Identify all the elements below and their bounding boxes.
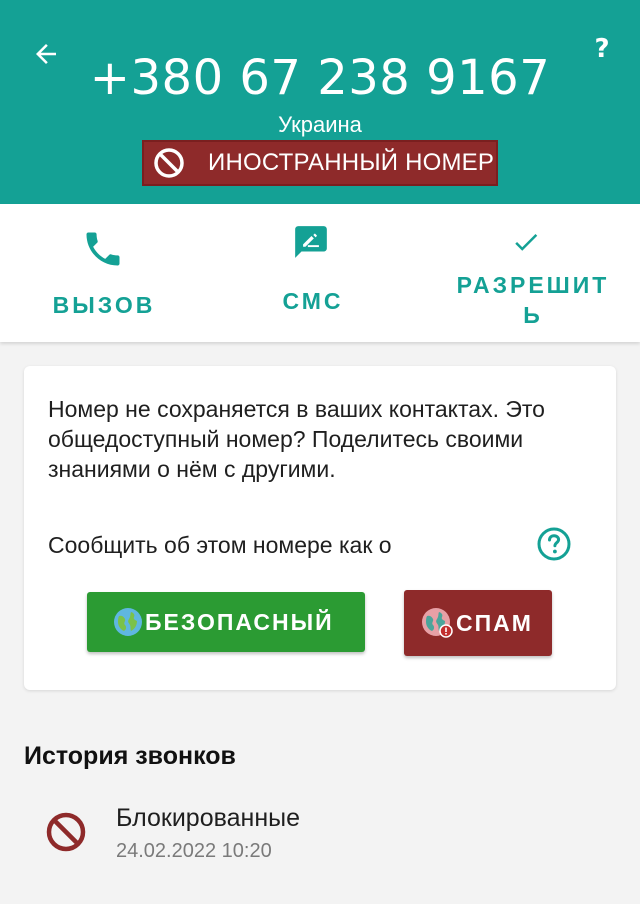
- blocked-icon: [44, 810, 88, 854]
- phone-icon: [80, 226, 126, 272]
- safe-button[interactable]: БЕЗОПАСНЫЙ: [87, 592, 365, 652]
- block-icon: [144, 140, 194, 186]
- allow-label-line2: Ь: [523, 302, 543, 328]
- spam-globe-icon: [422, 608, 453, 638]
- sms-label: СМС: [282, 288, 344, 314]
- call-type: Блокированные: [116, 804, 300, 832]
- spam-button[interactable]: СПАМ: [404, 590, 552, 656]
- allow-label-line1: РАЗРЕШИТ: [456, 272, 610, 298]
- question-circle-icon[interactable]: [536, 526, 576, 566]
- action-bar: ВЫЗОВ СМС РАЗРЕШИТ Ь: [0, 204, 640, 342]
- sms-icon: [291, 222, 331, 262]
- report-card: Номер не сохраняется в ваших контактах. …: [24, 366, 616, 690]
- spam-button-label: СПАМ: [456, 609, 533, 636]
- call-history-item[interactable]: Блокированные 24.02.2022 10:20: [0, 790, 640, 880]
- allow-label: РАЗРЕШИТ Ь: [440, 270, 626, 330]
- foreign-number-badge: ИНОСТРАННЫЙ НОМЕР: [142, 140, 498, 186]
- allow-button[interactable]: РАЗРЕШИТ Ь: [426, 204, 640, 342]
- check-icon: [508, 224, 544, 260]
- call-history-title: История звонков: [24, 742, 236, 770]
- sms-button[interactable]: СМС: [213, 204, 426, 342]
- call-label: ВЫЗОВ: [52, 292, 156, 318]
- badge-label: ИНОСТРАННЫЙ НОМЕР: [208, 149, 495, 176]
- call-button[interactable]: ВЫЗОВ: [0, 204, 213, 342]
- header: ? +380 67 238 9167 Украина ИНОСТРАННЫЙ Н…: [0, 0, 640, 204]
- safe-button-label: БЕЗОПАСНЫЙ: [145, 608, 334, 635]
- card-description: Номер не сохраняется в ваших контактах. …: [48, 396, 545, 482]
- phone-number: +380 67 238 9167: [89, 50, 551, 106]
- call-timestamp: 24.02.2022 10:20: [116, 840, 272, 862]
- country-label: Украина: [278, 112, 362, 137]
- report-label: Сообщить об этом номере как о: [48, 532, 392, 558]
- globe-icon: [114, 608, 142, 636]
